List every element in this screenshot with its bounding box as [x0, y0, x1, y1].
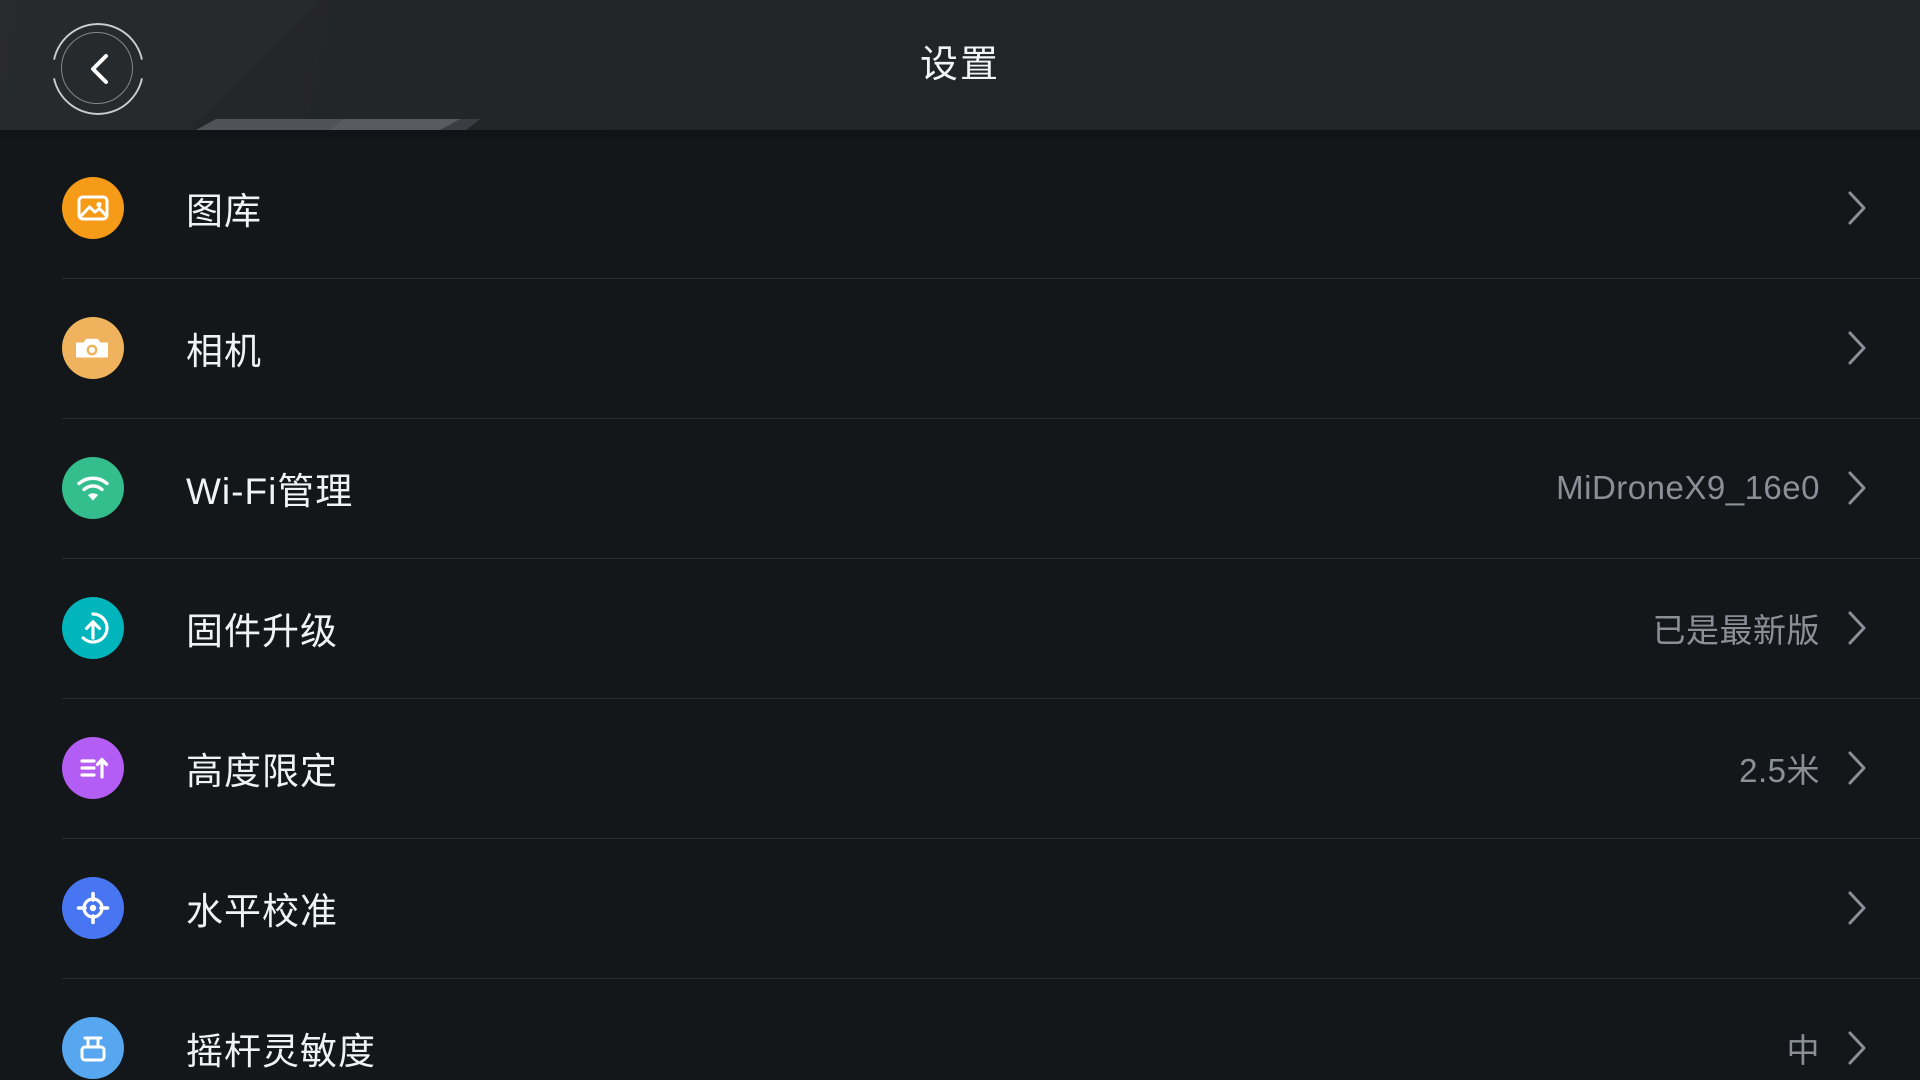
settings-row-label: 相机 [186, 331, 262, 372]
chevron-right-icon [1846, 609, 1868, 647]
chevron-right-icon [1846, 469, 1868, 507]
settings-row-value: MiDroneX9_16e0 [1556, 469, 1820, 506]
settings-row-value: 已是最新版 [1652, 612, 1820, 649]
chevron-left-icon [88, 53, 110, 85]
header-baseline [0, 130, 1920, 138]
settings-row-camera[interactable]: 相机 [0, 278, 1920, 418]
settings-row-joystick-sensitivity[interactable]: 摇杆灵敏度 中 [0, 978, 1920, 1080]
settings-row-label: 图库 [186, 191, 262, 232]
settings-row-label: 高度限定 [186, 751, 338, 792]
settings-row-value: 2.5米 [1739, 752, 1820, 789]
settings-row-firmware[interactable]: 固件升级 已是最新版 [0, 558, 1920, 698]
settings-screen: 设置 图库 相机 Wi-Fi管理 MiDroneX9_16e0 固件升级 已是最… [0, 0, 1920, 1080]
header-bar: 设置 [0, 0, 1920, 138]
upload-circle-icon [62, 597, 124, 659]
chevron-right-icon [1846, 1029, 1868, 1067]
chevron-right-icon [1846, 189, 1868, 227]
settings-list: 图库 相机 Wi-Fi管理 MiDroneX9_16e0 固件升级 已是最新版 … [0, 138, 1920, 1080]
settings-row-label: 水平校准 [186, 891, 338, 932]
settings-row-label: 摇杆灵敏度 [186, 1031, 376, 1072]
joystick-icon [62, 1017, 124, 1079]
settings-row-wifi[interactable]: Wi-Fi管理 MiDroneX9_16e0 [0, 418, 1920, 558]
page-title: 设置 [919, 44, 1000, 86]
photo-gallery-icon [62, 177, 124, 239]
settings-row-value: 中 [1786, 1032, 1820, 1069]
camera-icon [62, 317, 124, 379]
altitude-arrow-icon [62, 737, 124, 799]
chevron-right-icon [1846, 329, 1868, 367]
settings-row-horizontal-calibration[interactable]: 水平校准 [0, 838, 1920, 978]
settings-row-label: 固件升级 [186, 611, 338, 652]
settings-row-altitude-limit[interactable]: 高度限定 2.5米 [0, 698, 1920, 838]
chevron-right-icon [1846, 749, 1868, 787]
crosshair-icon [62, 877, 124, 939]
wifi-icon [62, 457, 124, 519]
settings-row-label: Wi-Fi管理 [186, 471, 354, 512]
chevron-right-icon [1846, 889, 1868, 927]
back-button[interactable] [52, 23, 144, 115]
settings-row-gallery[interactable]: 图库 [0, 138, 1920, 278]
